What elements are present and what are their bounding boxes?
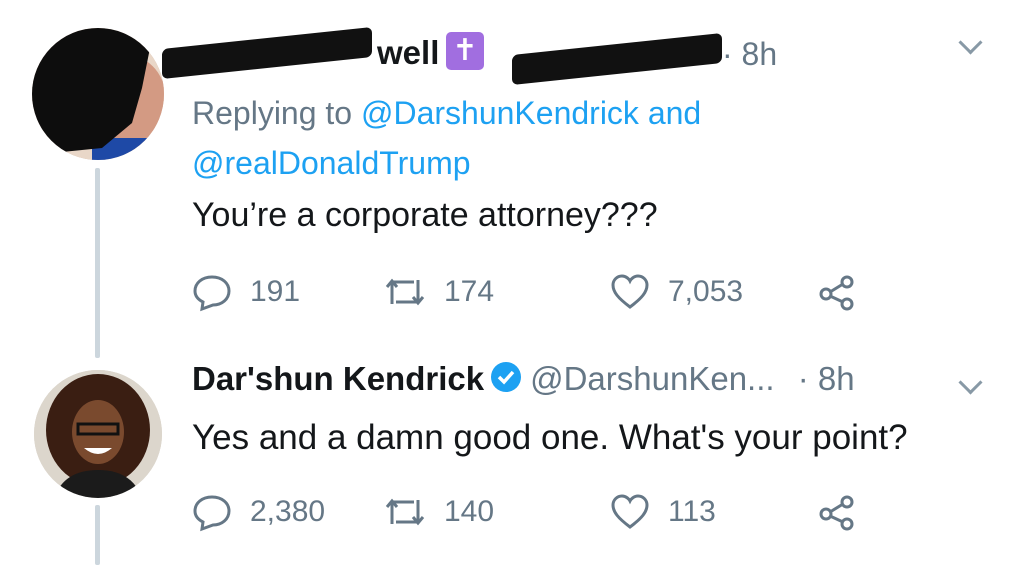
retweet-icon	[384, 272, 426, 312]
reply-button[interactable]: 191	[192, 272, 300, 312]
reply-button[interactable]: 2,380	[192, 492, 325, 532]
thread-connector	[95, 168, 100, 358]
heart-icon	[610, 272, 650, 312]
mention-link[interactable]: @DarshunKendrick	[361, 95, 639, 131]
tweet1-header: well ✝ · 8h	[162, 26, 992, 86]
replying-label: Replying to	[192, 95, 353, 131]
redaction-bar	[512, 32, 722, 86]
share-button[interactable]	[817, 492, 857, 532]
display-name[interactable]: well	[377, 34, 439, 72]
tweet2-actions: 2,380 140 113	[192, 492, 892, 532]
retweet-count: 174	[444, 275, 495, 308]
retweet-button[interactable]: 140	[384, 492, 494, 532]
like-button[interactable]: 113	[610, 492, 716, 532]
cross-badge-icon: ✝	[446, 32, 484, 70]
display-name[interactable]: Dar'shun Kendrick	[192, 360, 484, 397]
tweet1-actions: 191 174 7,053	[192, 272, 892, 312]
tweet-text: You’re a corporate attorney???	[192, 196, 658, 234]
replying-to: Replying to @DarshunKendrick and @realDo…	[192, 88, 892, 188]
reply-count: 191	[250, 275, 301, 308]
retweet-button[interactable]: 174	[384, 272, 494, 312]
tweet2-header: Dar'shun Kendrick @DarshunKen... · 8h	[192, 360, 1012, 410]
redaction-bar	[162, 26, 372, 80]
retweet-icon	[384, 492, 426, 532]
reply-icon	[192, 272, 232, 312]
like-button[interactable]: 7,053	[610, 272, 743, 312]
share-icon	[817, 272, 857, 312]
like-count: 7,053	[668, 275, 744, 308]
mention-link[interactable]: @realDonaldTrump	[192, 145, 471, 181]
user-handle[interactable]: @DarshunKen...	[530, 360, 774, 397]
heart-icon	[610, 492, 650, 532]
verified-badge-icon	[490, 361, 522, 401]
tweet-time[interactable]: · 8h	[722, 36, 777, 73]
reply-count: 2,380	[250, 495, 326, 528]
like-count: 113	[668, 495, 716, 528]
tweet-time[interactable]: · 8h	[798, 360, 855, 397]
thread-connector	[95, 505, 100, 565]
avatar[interactable]	[34, 370, 162, 498]
reply-icon	[192, 492, 232, 532]
share-button[interactable]	[817, 272, 857, 312]
and-label: and	[647, 95, 702, 131]
avatar[interactable]	[32, 28, 164, 160]
retweet-count: 140	[444, 495, 495, 528]
tweet-text: Yes and a damn good one. What's your poi…	[192, 418, 908, 457]
share-icon	[817, 492, 857, 532]
